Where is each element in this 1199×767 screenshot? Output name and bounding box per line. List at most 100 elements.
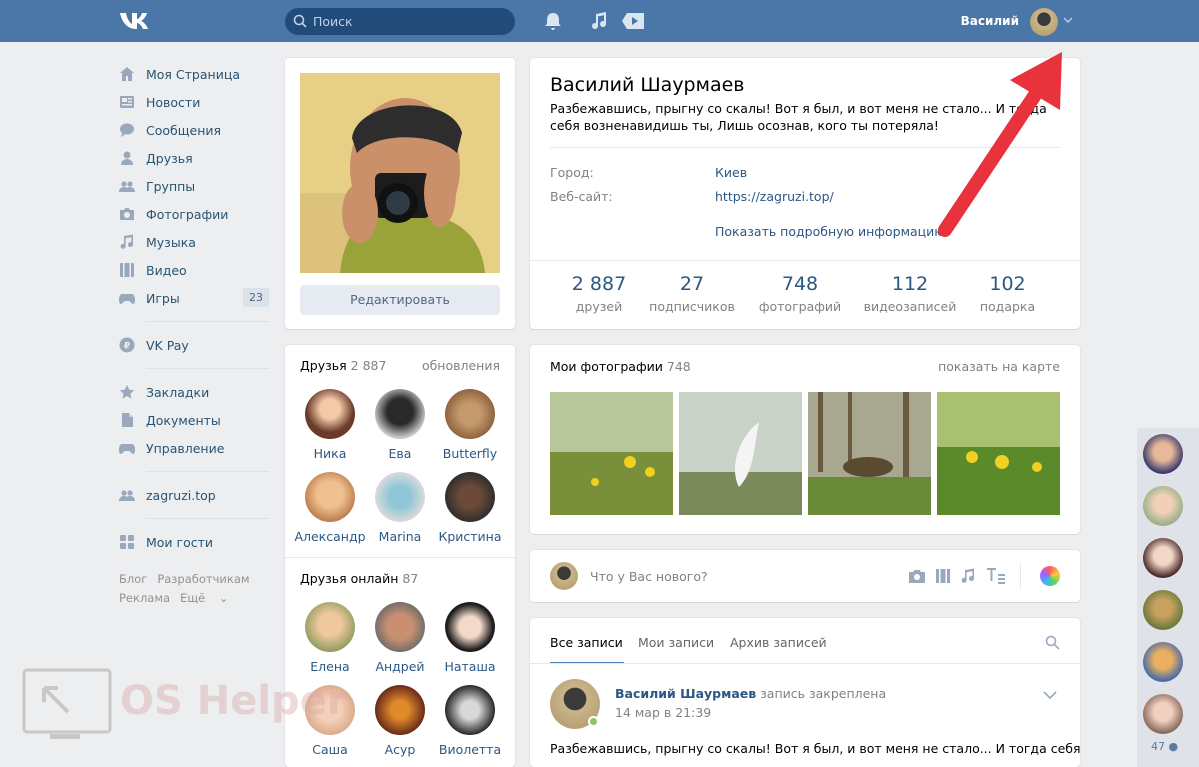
online-friend-item[interactable]: Наташа — [425, 602, 515, 674]
friend-item[interactable]: Кристина — [425, 472, 515, 544]
stat-label: подписчиков — [649, 299, 735, 314]
profile-photo[interactable] — [300, 73, 500, 273]
person-icon: ● — [1168, 740, 1179, 753]
stickers-icon[interactable] — [1040, 566, 1060, 586]
online-friend-avatar[interactable] — [1143, 538, 1183, 578]
sidebar-item-label: Управление — [146, 440, 225, 456]
stat-label: друзей — [575, 299, 623, 314]
camera-icon — [119, 206, 135, 222]
stat-videos[interactable]: 112 видеозаписей — [860, 273, 960, 314]
footer-link-more[interactable]: Ещё ⌄ — [180, 591, 228, 605]
sidebar-item-video[interactable]: Видео — [119, 256, 269, 284]
divider — [530, 663, 1080, 664]
city-value[interactable]: Киев — [715, 165, 747, 180]
play-icon[interactable] — [620, 11, 646, 31]
vk-logo-icon[interactable] — [119, 10, 153, 32]
photos-count: 748 — [666, 359, 691, 374]
music-icon[interactable] — [590, 11, 608, 31]
online-friend-avatar[interactable] — [1143, 590, 1183, 630]
video-icon[interactable] — [935, 568, 951, 584]
stat-label: подарка — [979, 299, 1036, 314]
website-link[interactable]: https://zagruzi.top/ — [715, 189, 834, 204]
edit-profile-button[interactable]: Редактировать — [300, 285, 500, 315]
search-input[interactable]: Поиск — [285, 8, 515, 35]
online-friend-avatar[interactable] — [1143, 694, 1183, 734]
tab-my-posts[interactable]: Мои записи — [638, 635, 714, 650]
sidebar-item-groups[interactable]: Группы — [119, 172, 269, 200]
divider — [285, 557, 515, 558]
stat-gifts[interactable]: 102 подарка — [975, 273, 1040, 314]
stat-friends[interactable]: 2 887 друзей — [564, 273, 634, 314]
sidebar-item-bookmarks[interactable]: Закладки — [119, 378, 269, 406]
sidebar-item-label: Игры — [146, 290, 180, 306]
stat-subscribers[interactable]: 27 подписчиков — [647, 273, 737, 314]
friend-item[interactable]: Butterfly — [425, 389, 515, 461]
online-indicator — [588, 716, 599, 727]
document-icon — [119, 412, 135, 428]
online-friend-avatar[interactable] — [1143, 642, 1183, 682]
text-format-icon[interactable] — [986, 567, 1006, 585]
wall-card: Все записи Мои записи Архив записей Васи… — [530, 618, 1081, 767]
sidebar-item-vkpay[interactable]: ₽ VK Pay — [119, 331, 269, 359]
sidebar-item-zagruzi[interactable]: zagruzi.top — [119, 481, 269, 509]
photo-thumbnail[interactable] — [550, 392, 673, 515]
city-label: Город: — [550, 165, 594, 180]
friends-online-title: Друзья онлайн — [300, 571, 399, 586]
footer-link-developers[interactable]: Разработчикам — [157, 572, 249, 586]
friends-updates-link[interactable]: обновления — [422, 358, 500, 373]
camera-icon[interactable] — [908, 568, 926, 584]
music-icon[interactable] — [960, 568, 976, 584]
apps-icon — [119, 534, 135, 550]
stat-number: 27 — [679, 273, 705, 295]
show-on-map-link[interactable]: показать на карте — [938, 359, 1060, 374]
photo-thumbnail[interactable] — [679, 392, 802, 515]
sidebar-item-label: zagruzi.top — [146, 487, 216, 503]
show-more-info-link[interactable]: Показать подробную информацию — [715, 224, 945, 239]
os-helper-watermark: OS Helper — [22, 668, 347, 743]
friend-name: Butterfly — [442, 446, 498, 461]
stat-photos[interactable]: 748 фотографий — [755, 273, 845, 314]
photo-thumbnail[interactable] — [937, 392, 1060, 515]
sidebar-item-manage[interactable]: Управление — [119, 434, 269, 462]
tab-all-posts[interactable]: Все записи — [550, 635, 623, 650]
user-avatar[interactable] — [1030, 8, 1058, 36]
post-author-name[interactable]: Василий Шаурмаев — [615, 686, 756, 701]
friends-header[interactable]: Друзья 2 887 — [300, 358, 386, 373]
post-date[interactable]: 14 мар в 21:39 — [615, 705, 711, 720]
sidebar-item-friends[interactable]: Друзья — [119, 144, 269, 172]
sidebar-item-documents[interactable]: Документы — [119, 406, 269, 434]
composer-input[interactable]: Что у Вас нового? — [590, 569, 708, 584]
svg-text:₽: ₽ — [124, 342, 130, 352]
online-friend-avatar[interactable] — [1143, 434, 1183, 474]
photos-header[interactable]: Мои фотографии 748 — [550, 359, 691, 374]
group-icon — [119, 487, 135, 503]
sidebar-item-games[interactable]: Игры 23 — [119, 284, 269, 312]
sidebar-item-label: Фотографии — [146, 206, 229, 222]
sidebar-item-messages[interactable]: Сообщения — [119, 116, 269, 144]
photo-thumbnail[interactable] — [808, 392, 931, 515]
online-count[interactable]: 47 ● — [1151, 740, 1178, 753]
sidebar-item-my-page[interactable]: Моя Страница — [119, 60, 269, 88]
sidebar-item-guests[interactable]: Мои гости — [119, 528, 269, 556]
search-icon[interactable] — [1045, 635, 1060, 650]
sidebar-item-photos[interactable]: Фотографии — [119, 200, 269, 228]
online-friend-item[interactable]: Виолетта — [425, 685, 515, 757]
friends-online-header[interactable]: Друзья онлайн 87 — [300, 571, 418, 586]
online-friends-bar: 47 ● — [1137, 428, 1199, 767]
post-pinned-label: запись закреплена — [760, 686, 887, 701]
photos-title: Мои фотографии — [550, 359, 663, 374]
footer-link-blog[interactable]: Блог — [119, 572, 147, 586]
online-friend-avatar[interactable] — [1143, 486, 1183, 526]
user-name[interactable]: Василий — [961, 14, 1019, 28]
sidebar-item-news[interactable]: Новости — [119, 88, 269, 116]
news-icon — [119, 94, 135, 110]
bell-icon[interactable] — [544, 11, 562, 31]
chevron-down-icon[interactable] — [1063, 16, 1073, 24]
sidebar-item-label: Закладки — [146, 384, 210, 400]
tab-archive[interactable]: Архив записей — [730, 635, 827, 650]
messages-icon — [119, 122, 135, 138]
sidebar-item-music[interactable]: Музыка — [119, 228, 269, 256]
footer-link-ads[interactable]: Реклама — [119, 591, 170, 605]
stat-label: видеозаписей — [863, 299, 957, 314]
chevron-down-icon[interactable] — [1043, 690, 1057, 700]
